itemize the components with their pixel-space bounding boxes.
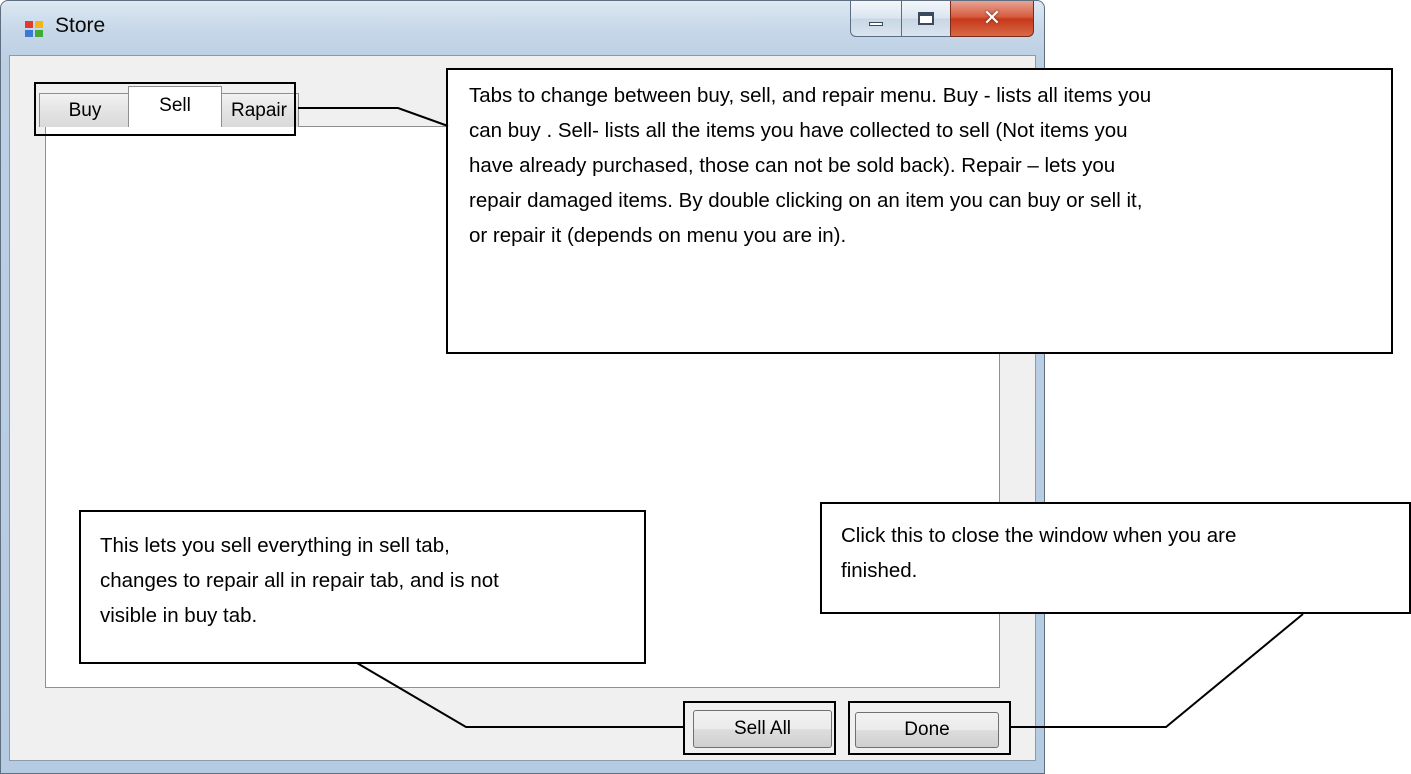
done-callout: Click this to close the window when you … [820,502,1411,614]
minimize-button[interactable] [850,1,902,37]
callout-line: visible in buy tab. [100,604,258,627]
tabs-callout: Tabs to change between buy, sell, and re… [446,68,1393,354]
callout-line: finished. [841,559,918,582]
store-app-icon [25,21,45,39]
tab-repair-label: Rapair [231,99,287,121]
window-title: Store [55,14,106,37]
title-bar[interactable]: Store ✕ [1,1,1044,55]
tab-buy-label: Buy [68,99,102,121]
close-icon: ✕ [982,6,1002,31]
maximize-button[interactable] [901,1,951,37]
tab-buy[interactable]: Buy [39,93,131,127]
tab-sell-label: Sell [159,95,191,116]
callout-line: Tabs to change between buy, sell, and re… [469,84,1152,107]
minimize-icon [869,21,883,26]
callout-line: Click this to close the window when you … [841,524,1237,547]
callout-line: can buy . Sell- lists all the items you … [469,119,1128,142]
done-button[interactable]: Done [855,712,999,748]
callout-line: or repair it (depends on menu you are in… [469,224,847,247]
tab-sell[interactable]: Sell [128,86,222,127]
done-leader-line [1011,613,1304,728]
close-button[interactable]: ✕ [950,1,1034,37]
sell-all-button[interactable]: Sell All [693,710,832,748]
callout-line: changes to repair all in repair tab, and… [100,569,499,592]
callout-line: have already purchased, those can not be… [469,154,1116,177]
maximize-icon [918,12,934,25]
callout-line: repair damaged items. By double clicking… [469,189,1143,212]
callout-line: This lets you sell everything in sell ta… [100,534,450,557]
sell-all-callout: This lets you sell everything in sell ta… [79,510,646,664]
tab-repair[interactable]: Rapair [219,93,299,127]
